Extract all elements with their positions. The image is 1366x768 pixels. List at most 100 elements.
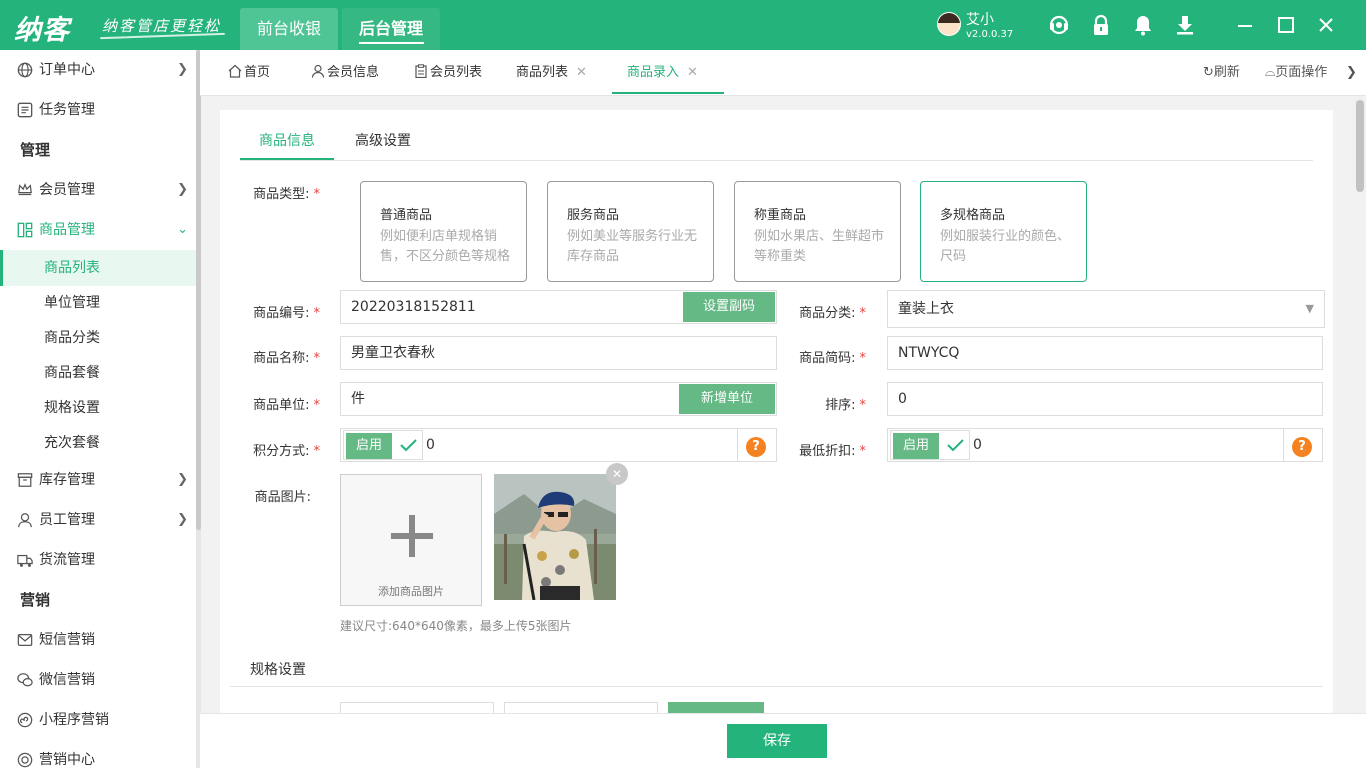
type-option-service[interactable]: 服务商品 例如美业等服务行业无库存商品 — [547, 181, 714, 282]
discount-enable-toggle[interactable]: 启用 — [890, 430, 970, 460]
tab-goods-entry[interactable]: 商品录入 ✕ — [612, 50, 724, 94]
page-operations-button[interactable]: ⌓页面操作 — [1265, 50, 1327, 94]
home-icon — [228, 64, 242, 78]
subtab-goods-info[interactable]: 商品信息 — [240, 130, 334, 160]
minimize-icon[interactable] — [1234, 14, 1256, 36]
type-option-weighed[interactable]: 称重商品 例如水果店、生鲜超市等称重类 — [734, 181, 901, 282]
sidebar-item-wechat-marketing[interactable]: 微信营销 — [0, 662, 196, 698]
chevron-right-icon: ❯ — [177, 182, 188, 197]
active-tab-underline — [359, 42, 424, 44]
goods-category-select[interactable]: 童装上衣 ▼ — [887, 290, 1325, 328]
add-image-button[interactable]: 添加商品图片 — [340, 474, 482, 606]
sidebar-group-manage: 管理 — [0, 132, 196, 168]
sidebar-item-marketing-center[interactable]: 营销中心 — [0, 742, 196, 768]
tab-home[interactable]: 首页 — [228, 50, 270, 94]
check-icon — [400, 439, 417, 452]
sidebar-item-recharge-packages[interactable]: 充次套餐 — [0, 425, 196, 461]
lock-icon[interactable] — [1090, 14, 1112, 36]
content-scrollbar[interactable] — [1354, 96, 1366, 716]
active-indicator — [0, 250, 3, 286]
plus-icon — [391, 515, 433, 557]
help-icon[interactable]: ? — [1292, 437, 1312, 457]
sidebar-item-staff[interactable]: 员工管理 ❯ — [0, 502, 196, 538]
goods-type-label: 商品类型: * — [240, 183, 320, 202]
avatar[interactable] — [937, 12, 961, 36]
goods-name-label: 商品名称: * — [240, 347, 320, 366]
check-icon — [947, 439, 964, 452]
sidebar-item-label: 充次套餐 — [44, 435, 100, 451]
maximize-icon[interactable] — [1275, 14, 1297, 36]
task-icon — [17, 102, 33, 118]
dropdown-arrow-icon: ▼ — [1305, 302, 1314, 315]
required-mark: * — [859, 444, 867, 459]
goods-name-input[interactable]: 男童卫衣春秋 — [340, 336, 777, 370]
sidebar-item-goods[interactable]: 商品管理 ⌄ — [0, 212, 196, 248]
help-icon[interactable]: ? — [746, 437, 766, 457]
sidebar-scrollbar[interactable] — [196, 50, 201, 768]
sidebar-item-logistics[interactable]: 货流管理 — [0, 542, 196, 578]
points-enable-toggle[interactable]: 启用 — [343, 430, 423, 460]
sidebar-item-miniprogram-marketing[interactable]: 小程序营销 — [0, 702, 196, 738]
type-desc: 例如服装行业的颜色、尺码 — [940, 229, 1071, 264]
sort-label: 排序: * — [786, 394, 866, 413]
label-text: 商品名称: — [253, 351, 310, 366]
sidebar-group-label: 营销 — [20, 591, 51, 609]
remove-image-icon[interactable]: ✕ — [606, 463, 628, 485]
sidebar-item-members[interactable]: 会员管理 ❯ — [0, 172, 196, 208]
sidebar-item-orders[interactable]: 订单中心 ❯ — [0, 52, 196, 88]
tab-close-icon[interactable]: ✕ — [576, 65, 587, 80]
type-title: 多规格商品 — [940, 208, 1006, 223]
required-mark: * — [313, 351, 321, 366]
label-text: 商品类型: — [253, 187, 310, 202]
tabs-scroll-right-icon[interactable]: ❯ — [1346, 50, 1357, 94]
refresh-button[interactable]: ↻刷新 — [1203, 50, 1240, 94]
page-ops-label: 页面操作 — [1275, 65, 1328, 80]
chevron-right-icon: ❯ — [177, 62, 188, 77]
sidebar-item-sms-marketing[interactable]: 短信营销 — [0, 622, 196, 658]
sort-input[interactable]: 0 — [887, 382, 1323, 416]
scrollbar-thumb[interactable] — [196, 50, 201, 530]
customer-service-icon[interactable] — [1048, 14, 1070, 36]
subtab-advanced-settings[interactable]: 高级设置 — [355, 130, 411, 160]
add-unit-button[interactable]: 新增单位 — [679, 384, 775, 414]
points-value[interactable]: 0 — [426, 437, 435, 453]
sidebar-item-packages[interactable]: 商品套餐 — [0, 355, 196, 391]
goods-photo[interactable] — [494, 474, 616, 600]
sidebar-item-spec-settings[interactable]: 规格设置 — [0, 390, 196, 426]
required-mark: * — [313, 187, 321, 202]
type-title: 称重商品 — [754, 208, 807, 223]
top-bar: 纳客 纳客管店更轻松 前台收银 后台管理 艾小 v2.0.0.37 — [0, 0, 1366, 50]
sidebar-item-label: 库存管理 — [39, 472, 95, 488]
tab-close-icon[interactable]: ✕ — [687, 65, 698, 80]
sidebar-item-label: 商品列表 — [44, 260, 100, 276]
download-icon[interactable] — [1174, 14, 1196, 36]
type-option-normal[interactable]: 普通商品 例如便利店单规格销售，不区分颜色等规格 — [360, 181, 527, 282]
tab-member-info[interactable]: 会员信息 — [311, 50, 379, 94]
truck-icon — [17, 554, 33, 567]
sidebar-item-inventory[interactable]: 库存管理 ❯ — [0, 462, 196, 498]
sidebar-item-label: 会员管理 — [39, 182, 95, 198]
tab-goods-list[interactable]: 商品列表 ✕ — [516, 50, 587, 94]
tab-front-desk[interactable]: 前台收银 — [240, 8, 339, 50]
sidebar-item-categories[interactable]: 商品分类 — [0, 320, 196, 356]
user-name[interactable]: 艾小 — [966, 9, 994, 29]
type-desc: 例如水果店、生鲜超市等称重类 — [754, 229, 885, 264]
toggle-label: 启用 — [346, 433, 392, 459]
discount-value[interactable]: 0 — [973, 437, 982, 453]
scrollbar-thumb[interactable] — [1356, 100, 1364, 192]
close-icon[interactable] — [1315, 14, 1337, 36]
toggle-label: 启用 — [893, 433, 939, 459]
sidebar-item-tasks[interactable]: 任务管理 — [0, 92, 196, 128]
sidebar-group-label: 管理 — [20, 141, 51, 159]
save-button[interactable]: 保存 — [727, 724, 827, 758]
tab-member-list[interactable]: 会员列表 — [414, 50, 482, 94]
bell-icon[interactable] — [1132, 14, 1154, 36]
set-subcode-button[interactable]: 设置副码 — [683, 292, 775, 322]
goods-shortcode-input[interactable]: NTWYCQ — [887, 336, 1323, 370]
label-text: 最低折扣: — [799, 444, 856, 459]
type-option-multi-spec[interactable]: 多规格商品 例如服装行业的颜色、尺码 — [920, 181, 1087, 282]
page-tabs: 首页 会员信息 会员列表 商品列表 ✕ 商品录入 ✕ ↻刷新 ⌓页面操作 ❯ — [200, 50, 1366, 96]
sidebar-item-goods-list[interactable]: 商品列表 — [0, 250, 196, 286]
sidebar-item-units[interactable]: 单位管理 — [0, 285, 196, 321]
goods-photo-image — [494, 474, 616, 600]
